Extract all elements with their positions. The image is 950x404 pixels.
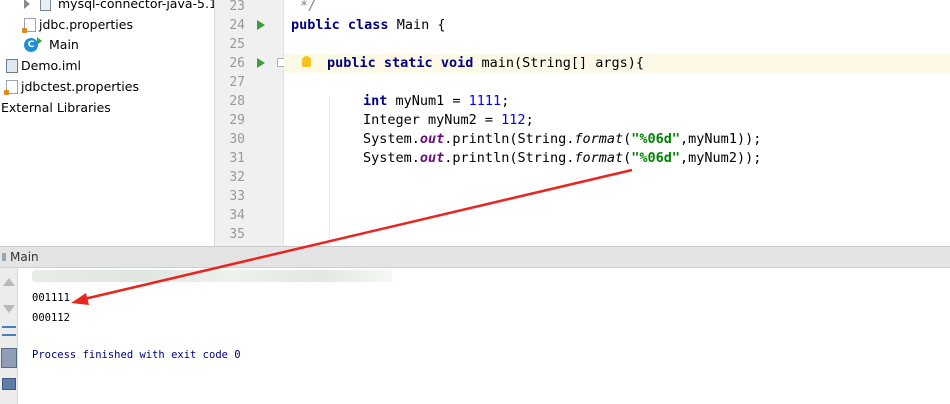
properties-file-icon (4, 80, 18, 95)
scroll-to-end-icon[interactable] (1, 348, 17, 368)
tree-item-mysql-connector[interactable]: mysql-connector-java-5.1. (24, 0, 221, 14)
scroll-down-icon[interactable] (3, 305, 15, 313)
line-number: 27 (229, 75, 245, 90)
run-panel-header: Main (0, 246, 950, 268)
editor-gutter: 23 24 25 26 27 28 29 30 31 32 33 34 35 (214, 0, 286, 246)
code-line-31: System.out.println(String.format("%06d",… (363, 149, 950, 168)
code-text: .println(String. (444, 131, 575, 147)
code-line-29: Integer myNum2 = 112; (363, 111, 950, 130)
run-class-icon[interactable] (257, 20, 265, 30)
code-text: System. (363, 131, 420, 147)
properties-file-icon (22, 18, 36, 33)
line-number: 34 (229, 208, 245, 223)
run-tab-icon (2, 253, 6, 261)
indent-guide (329, 96, 330, 246)
tree-item-label: mysql-connector-java-5.1. (58, 0, 221, 11)
static-field: out (419, 150, 445, 166)
code-line-28: int myNum1 = 1111; (363, 92, 950, 111)
code-text: ; (525, 112, 534, 128)
jar-icon (40, 0, 51, 11)
line-number: 24 (229, 18, 245, 33)
output-line: 001111 (32, 292, 70, 304)
tree-item-external-libraries[interactable]: External Libraries (1, 98, 111, 118)
redacted-command-line (32, 270, 392, 282)
string-literal: "%06d" (631, 131, 681, 147)
expand-arrow-icon[interactable] (24, 0, 30, 9)
tree-item-label: Main (49, 37, 79, 52)
tree-item-label: External Libraries (1, 100, 111, 115)
keyword: static (383, 55, 433, 71)
line-number: 30 (229, 132, 245, 147)
tree-item-label: Demo.iml (21, 58, 82, 73)
scroll-up-icon[interactable] (3, 278, 15, 286)
code-text: System. (363, 150, 420, 166)
tree-item-label: jdbctest.properties (21, 79, 139, 94)
line-number: 26 (229, 56, 245, 71)
code-text: ,myNum2)); (680, 150, 762, 166)
code-line-26: public static void main(String[] args){ (284, 54, 950, 73)
number-literal: 1111 (468, 93, 502, 109)
line-number: 23 (229, 0, 245, 14)
run-tab-label[interactable]: Main (10, 250, 39, 264)
code-text: main(String[] args){ (473, 55, 645, 71)
code-line-24: public class Main { (291, 16, 950, 35)
static-method: format (574, 150, 624, 166)
tree-item-jdbc-properties[interactable]: jdbc.properties (22, 15, 133, 35)
code-line-23: */ (300, 0, 950, 16)
run-toolbar (0, 268, 18, 404)
string-literal: "%06d" (631, 150, 681, 166)
comment-text: */ (300, 0, 317, 14)
tree-item-demo-iml[interactable]: Demo.iml (6, 56, 81, 76)
keyword: public (291, 17, 340, 33)
code-text: .println(String. (444, 150, 575, 166)
keyword: void (440, 55, 474, 71)
code-text: ; (501, 93, 510, 109)
keyword: int (363, 93, 388, 109)
number-literal: 112 (501, 112, 526, 128)
code-text: Integer myNum2 = (363, 112, 502, 128)
line-number: 33 (229, 189, 245, 204)
iml-file-icon (6, 59, 18, 73)
keyword: class (347, 17, 389, 33)
static-field: out (419, 131, 445, 147)
line-number: 29 (229, 113, 245, 128)
line-number: 28 (229, 94, 245, 109)
java-class-icon: C (24, 37, 42, 52)
output-line: 000112 (32, 312, 70, 324)
line-number: 32 (229, 170, 245, 185)
code-text: myNum1 = (387, 93, 469, 109)
line-number: 31 (229, 151, 245, 166)
run-main-icon[interactable] (257, 58, 265, 68)
tree-item-main[interactable]: C Main (24, 35, 79, 55)
code-editor[interactable]: */ public class Main { public static voi… (284, 0, 950, 246)
project-tree: mysql-connector-java-5.1. jdbc.propertie… (0, 0, 221, 240)
code-text: Main { (388, 17, 446, 33)
tree-item-label: jdbc.properties (39, 17, 133, 32)
lightbulb-icon[interactable] (302, 56, 311, 67)
keyword: public (327, 55, 376, 71)
line-number: 25 (229, 37, 245, 52)
console-output[interactable]: 001111 000112 Process finished with exit… (20, 268, 950, 404)
exit-message: Process finished with exit code 0 (32, 349, 241, 361)
soft-wrap-icon[interactable] (2, 326, 16, 336)
print-icon[interactable] (2, 378, 16, 390)
code-line-30: System.out.println(String.format("%06d",… (363, 130, 950, 149)
code-text: ,myNum1)); (680, 131, 762, 147)
line-number: 35 (229, 227, 245, 242)
tree-item-jdbctest-properties[interactable]: jdbctest.properties (4, 77, 139, 97)
static-method: format (574, 131, 624, 147)
